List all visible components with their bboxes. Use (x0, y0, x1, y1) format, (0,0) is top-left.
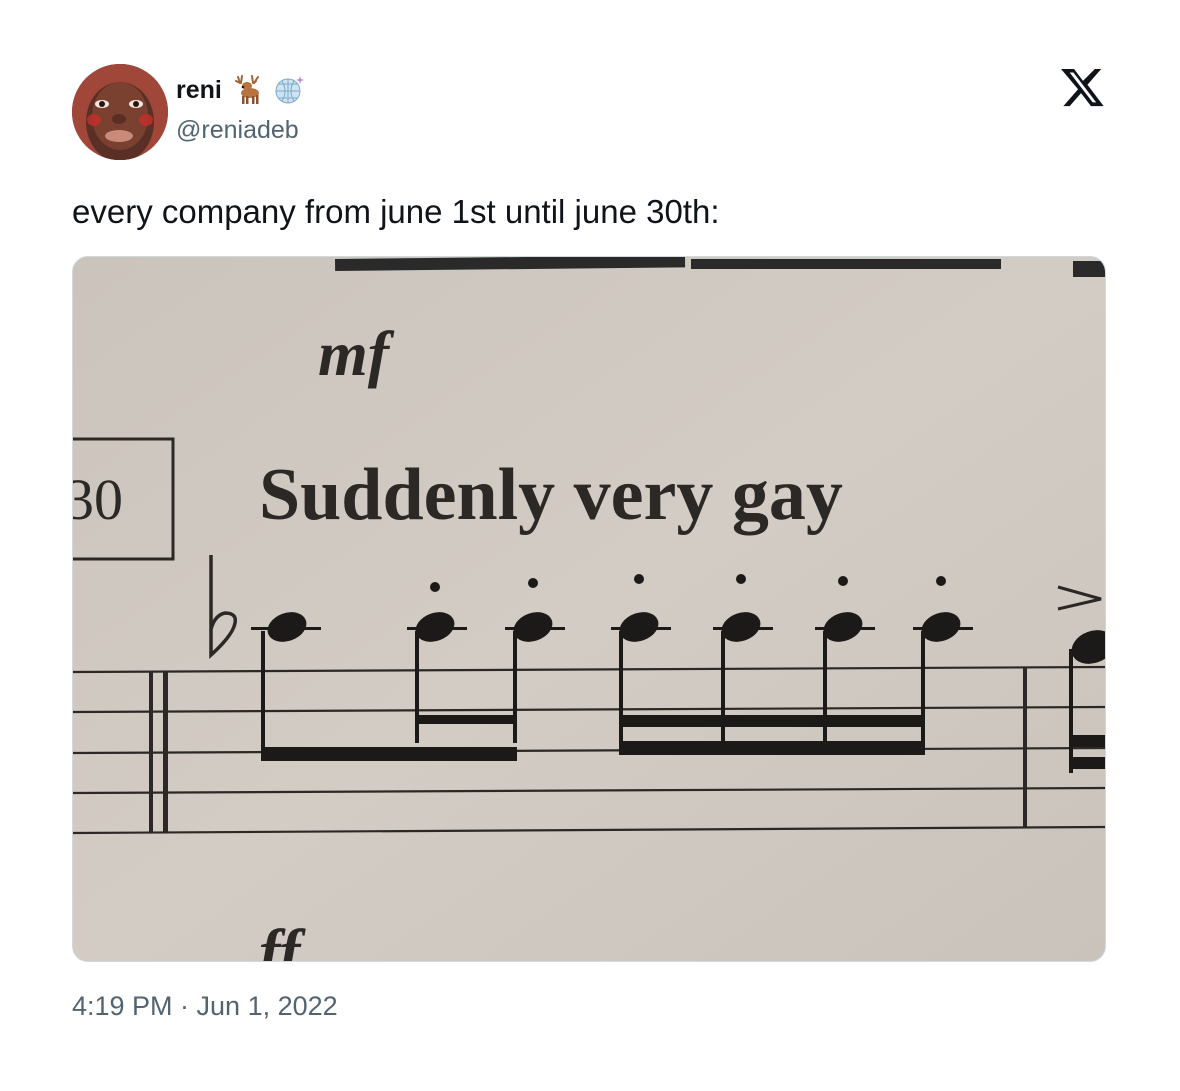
author-display-name[interactable]: reni (176, 77, 222, 103)
author-handle[interactable]: @reniadeb (176, 118, 299, 143)
top-beam-edge (1073, 261, 1105, 277)
rehearsal-mark-number: 30 (73, 467, 123, 532)
dynamic-marking-mf: mf (318, 318, 395, 389)
tweet-timestamp[interactable]: 4:19 PM · Jun 1, 2022 (72, 990, 338, 1022)
tweet-text: every company from june 1st until june 3… (72, 193, 720, 230)
tweet-media-photo[interactable]: mf 30 Suddenly very gay (72, 256, 1106, 962)
x-logo-icon[interactable] (1060, 68, 1106, 110)
top-beam-right (691, 259, 1001, 269)
author-name-row: reni (176, 72, 306, 108)
performance-direction: Suddenly very gay (259, 454, 843, 536)
paper-background (73, 257, 1105, 961)
avatar[interactable] (72, 64, 168, 160)
mirror-ball-emoji-icon (272, 73, 306, 107)
dynamic-marking-ff: ff (259, 916, 306, 962)
deer-emoji-icon (230, 73, 264, 107)
